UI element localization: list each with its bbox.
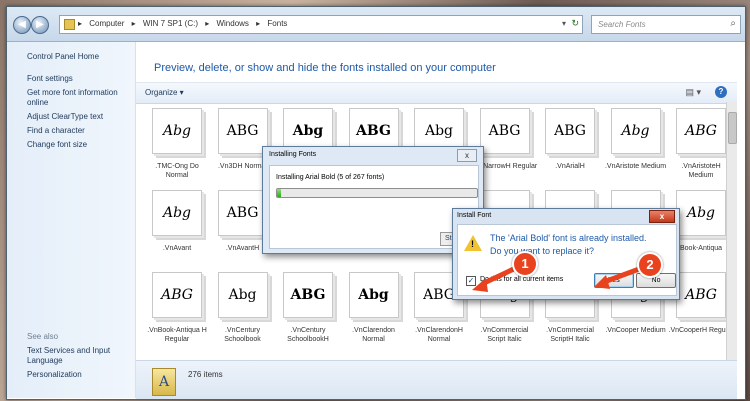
arrow-1-head [472, 278, 488, 292]
step-1-badge: 1 [512, 251, 538, 277]
step-2-badge: 2 [637, 252, 663, 278]
annotation-overlay [472, 263, 643, 292]
arrow-2-head [594, 275, 610, 289]
arrow-2 [603, 265, 643, 285]
